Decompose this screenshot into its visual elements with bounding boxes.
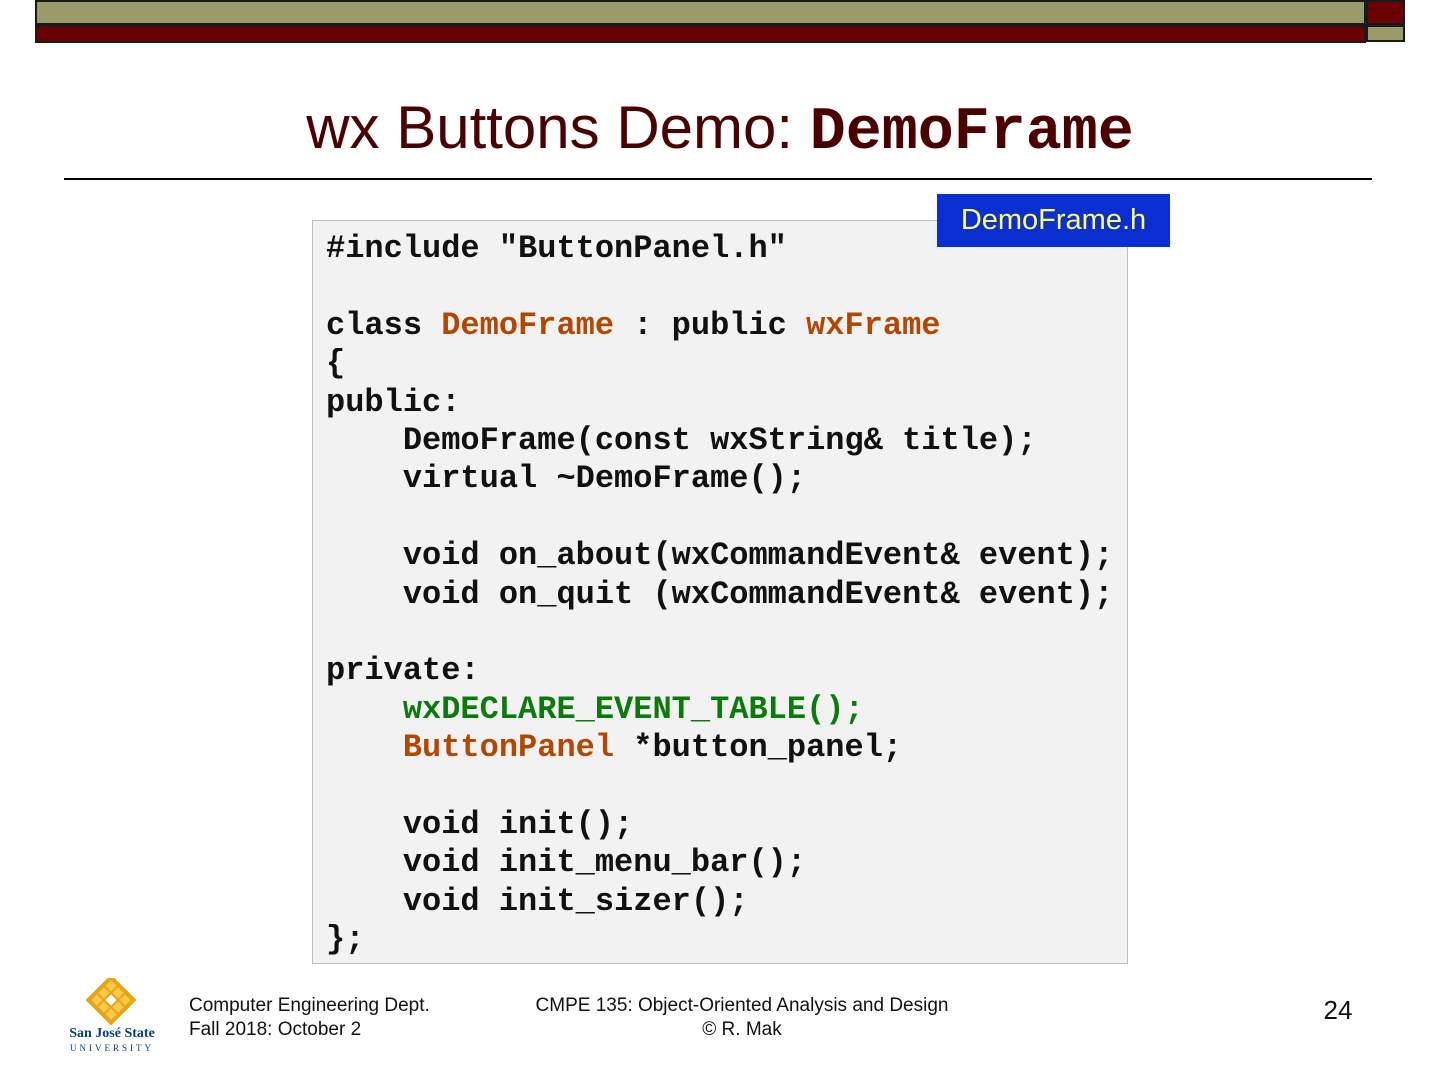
code-token: public: <box>326 383 461 421</box>
code-block: #include "ButtonPanel.h" class DemoFrame … <box>326 230 1113 959</box>
code-line: void init(); <box>326 806 1113 844</box>
code-token: class <box>326 306 442 344</box>
code-line: void init_sizer(); <box>326 883 1113 921</box>
footer-department: Computer Engineering Dept. <box>189 995 430 1016</box>
code-token: { <box>326 345 346 383</box>
footer-center: CMPE 135: Object-Oriented Analysis and D… <box>520 994 964 1042</box>
code-token: ButtonPanel <box>402 729 615 767</box>
top-red-bar <box>35 25 1366 43</box>
code-line: virtual ~DemoFrame(); <box>326 460 1113 498</box>
code-line: }; <box>326 921 1113 959</box>
code-line: wxDECLARE_EVENT_TABLE(); <box>326 691 1113 729</box>
code-line: ButtonPanel *button_panel; <box>326 729 1113 767</box>
logo-name: San José State <box>69 1026 155 1041</box>
code-token: void on_about(wxCommandEvent& event); <box>326 537 1114 575</box>
code-token: void init_sizer(); <box>326 882 749 920</box>
code-line: void on_quit (wxCommandEvent& event); <box>326 575 1114 614</box>
code-token: wxDECLARE_EVENT_TABLE(); <box>402 690 864 728</box>
corner-olive-square <box>1366 25 1405 42</box>
code-token: : public <box>614 306 807 344</box>
logo-subtitle: UNIVERSITY <box>70 1043 154 1053</box>
slide-title-code: DemoFrame <box>809 99 1134 167</box>
code-line: void on_about(wxCommandEvent& event); <box>326 537 1114 575</box>
corner-red-square <box>1366 0 1405 25</box>
footer-left: Computer Engineering Dept. Fall 2018: Oc… <box>189 994 430 1042</box>
code-line: class DemoFrame : public wxFrame <box>326 307 1113 345</box>
code-token: void on_quit (wxCommandEvent& event); <box>326 575 1114 613</box>
code-line: { <box>326 345 1113 383</box>
footer-date: Fall 2018: October 2 <box>189 1019 362 1040</box>
footer-course: CMPE 135: Object-Oriented Analysis and D… <box>535 995 949 1016</box>
code-token: *button_panel; <box>614 729 903 767</box>
code-token: wxFrame <box>806 306 941 344</box>
title-divider <box>64 178 1372 180</box>
page-number: 24 <box>1323 995 1353 1025</box>
code-token: void init_menu_bar(); <box>326 844 807 882</box>
code-line: private: <box>326 652 1113 690</box>
code-line: void init_menu_bar(); <box>326 844 1113 882</box>
footer-copyright: © R. Mak <box>702 1019 782 1040</box>
file-name-badge: DemoFrame.h <box>937 194 1170 247</box>
code-token: DemoFrame(const wxString& title); <box>326 421 1037 459</box>
slide-title-text: wx Buttons Demo: <box>306 94 810 161</box>
code-token: private: <box>326 652 480 690</box>
code-token: DemoFrame <box>441 306 615 344</box>
code-line: public: <box>326 384 1113 422</box>
code-token: void init(); <box>326 805 634 843</box>
slide-title: wx Buttons Demo: DemoFrame <box>0 92 1440 169</box>
code-token: virtual ~DemoFrame(); <box>326 460 807 498</box>
code-token: }; <box>326 921 365 959</box>
top-olive-bar <box>35 0 1366 25</box>
code-line: DemoFrame(const wxString& title); <box>326 422 1113 460</box>
code-token: #include "ButtonPanel.h" <box>326 230 787 267</box>
